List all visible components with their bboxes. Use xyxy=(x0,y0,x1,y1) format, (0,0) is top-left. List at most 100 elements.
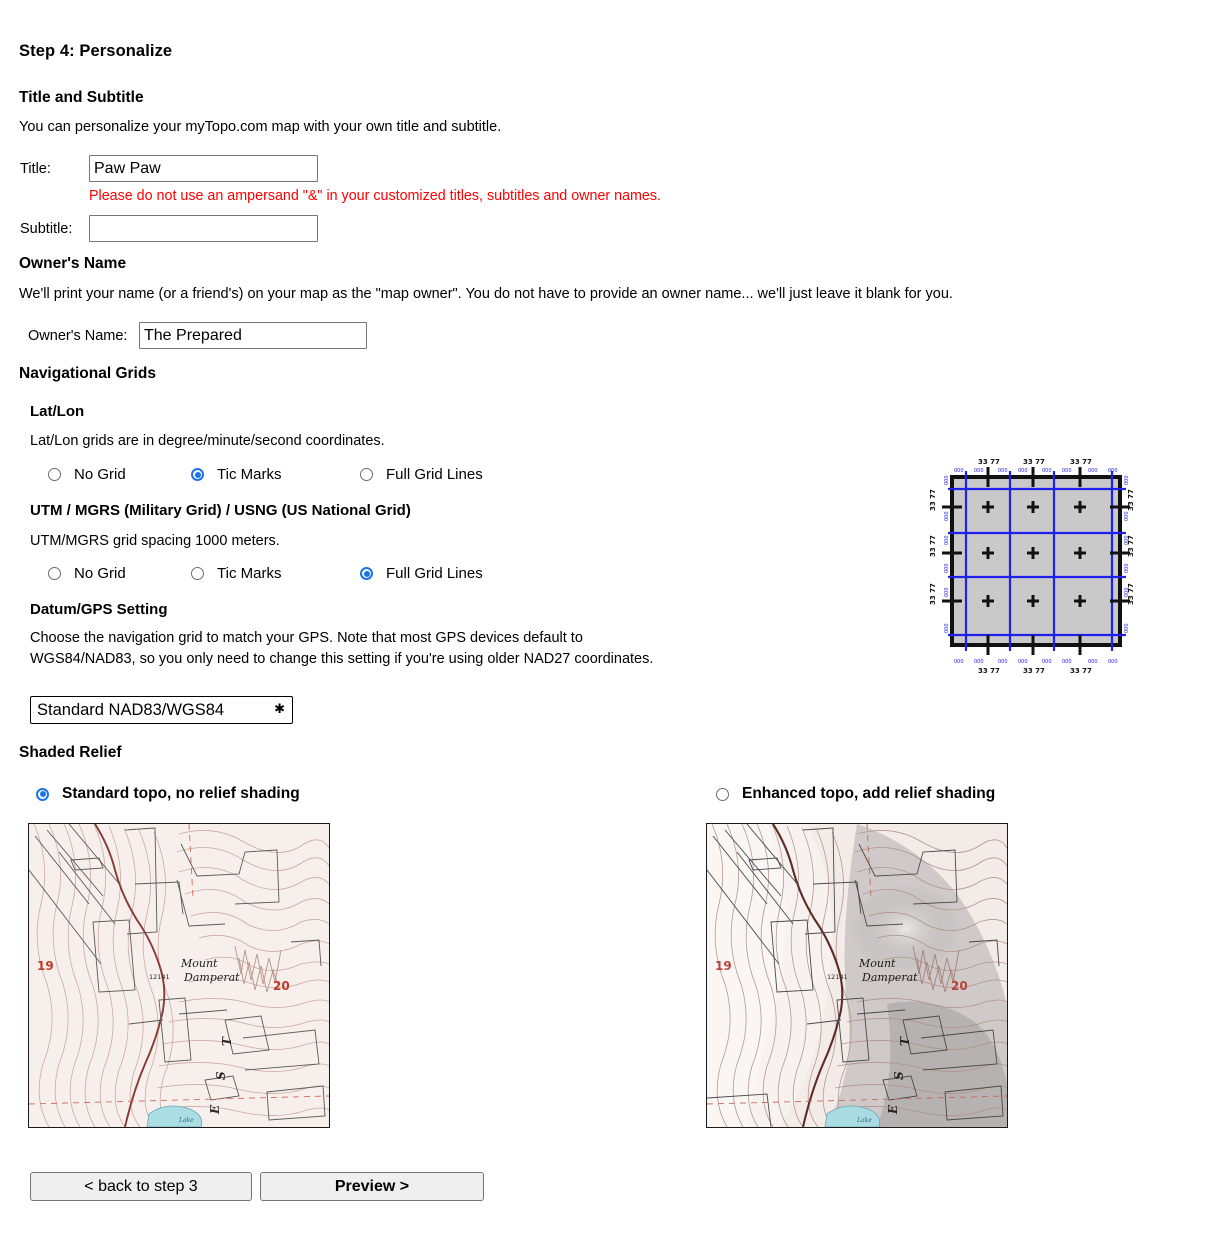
svg-text:000: 000 xyxy=(1042,659,1052,665)
latlon-option-label: Tic Marks xyxy=(217,466,282,483)
utm-option-no-grid[interactable]: No Grid xyxy=(48,565,126,582)
svg-text:000: 000 xyxy=(1088,659,1098,665)
owners-name-description: We'll print your name (or a friend's) on… xyxy=(19,286,953,302)
relief-option-label: Enhanced topo, add relief shading xyxy=(742,785,996,802)
svg-text:T: T xyxy=(898,1036,912,1046)
svg-text:000: 000 xyxy=(998,659,1008,665)
latlon-radio-group: No Grid Tic Marks Full Grid Lines xyxy=(0,466,700,488)
page-title: Step 4: Personalize xyxy=(19,42,173,60)
relief-option-label: Standard topo, no relief shading xyxy=(62,785,300,802)
svg-text:E: E xyxy=(208,1104,222,1115)
latlon-option-full-grid-lines[interactable]: Full Grid Lines xyxy=(360,466,483,483)
latlon-description: Lat/Lon grids are in degree/minute/secon… xyxy=(30,433,385,449)
radio-indicator[interactable] xyxy=(48,468,61,481)
svg-text:Lake: Lake xyxy=(178,1117,194,1124)
owners-name-input[interactable] xyxy=(139,322,367,349)
svg-text:33 77: 33 77 xyxy=(978,458,1000,466)
svg-text:000: 000 xyxy=(998,468,1008,474)
datum-heading: Datum/GPS Setting xyxy=(30,601,168,618)
subtitle-input[interactable] xyxy=(89,215,318,242)
svg-text:33 77: 33 77 xyxy=(1023,458,1045,466)
navigational-grids-heading: Navigational Grids xyxy=(19,365,156,382)
svg-text:Lake: Lake xyxy=(856,1117,872,1124)
svg-text:000: 000 xyxy=(944,511,950,521)
svg-text:000: 000 xyxy=(1062,468,1072,474)
utm-radio-group: No Grid Tic Marks Full Grid Lines xyxy=(0,565,700,587)
owners-name-heading: Owner's Name xyxy=(19,255,127,272)
utm-option-tic-marks[interactable]: Tic Marks xyxy=(191,565,281,582)
relief-option-enhanced[interactable]: Enhanced topo, add relief shading xyxy=(716,785,995,803)
datum-select-wrap: Standard NAD83/WGS84 ✱ xyxy=(30,696,293,724)
svg-text:000: 000 xyxy=(1042,468,1052,474)
svg-text:19: 19 xyxy=(37,959,54,973)
title-subtitle-description: You can personalize your myTopo.com map … xyxy=(19,119,502,135)
svg-text:000: 000 xyxy=(944,623,950,633)
title-input[interactable] xyxy=(89,155,318,182)
svg-text:000: 000 xyxy=(1124,511,1130,521)
svg-text:12141: 12141 xyxy=(149,973,170,981)
latlon-heading: Lat/Lon xyxy=(30,403,85,420)
utm-option-label: No Grid xyxy=(74,565,126,582)
svg-text:000: 000 xyxy=(944,587,950,597)
svg-text:33 77: 33 77 xyxy=(930,583,937,605)
utm-description: UTM/MGRS grid spacing 1000 meters. xyxy=(30,533,280,549)
radio-indicator[interactable] xyxy=(191,567,204,580)
svg-text:000: 000 xyxy=(1108,468,1118,474)
radio-indicator[interactable] xyxy=(48,567,61,580)
svg-text:T: T xyxy=(220,1036,234,1046)
svg-text:000: 000 xyxy=(1124,587,1130,597)
svg-text:S: S xyxy=(214,1071,228,1080)
latlon-option-no-grid[interactable]: No Grid xyxy=(48,466,126,483)
svg-text:000: 000 xyxy=(1124,563,1130,573)
svg-text:000: 000 xyxy=(944,475,950,485)
svg-text:33 77: 33 77 xyxy=(1070,458,1092,466)
svg-text:000: 000 xyxy=(1124,535,1130,545)
datum-select[interactable]: Standard NAD83/WGS84 xyxy=(30,696,293,724)
svg-text:33 77: 33 77 xyxy=(978,667,1000,675)
svg-text:000: 000 xyxy=(944,535,950,545)
standard-topo-thumbnail[interactable]: T S E Mount Damperat 12141 19 20 Lake xyxy=(28,823,330,1128)
personalize-page: Step 4: Personalize Title and Subtitle Y… xyxy=(0,0,1205,1235)
radio-indicator[interactable] xyxy=(360,468,373,481)
svg-text:Damperat: Damperat xyxy=(861,971,918,984)
utm-option-label: Full Grid Lines xyxy=(386,565,483,582)
enhanced-topo-thumbnail[interactable]: T S E Mount Damperat 12141 19 20 Lake xyxy=(706,823,1008,1128)
latlon-option-label: Full Grid Lines xyxy=(386,466,483,483)
svg-text:000: 000 xyxy=(1018,468,1028,474)
back-to-step-3-button[interactable]: < back to step 3 xyxy=(30,1172,252,1201)
shaded-relief-heading: Shaded Relief xyxy=(19,744,122,761)
svg-text:Mount: Mount xyxy=(858,957,896,970)
svg-text:E: E xyxy=(886,1104,900,1115)
svg-text:000: 000 xyxy=(954,659,964,665)
svg-text:33 77: 33 77 xyxy=(930,535,937,557)
svg-text:33 77: 33 77 xyxy=(1070,667,1092,675)
utm-heading: UTM / MGRS (Military Grid) / USNG (US Na… xyxy=(30,502,411,519)
utm-option-full-grid-lines[interactable]: Full Grid Lines xyxy=(360,565,483,582)
svg-text:S: S xyxy=(892,1071,906,1080)
radio-indicator[interactable] xyxy=(36,787,49,801)
owners-name-label: Owner's Name: xyxy=(28,328,128,344)
svg-text:000: 000 xyxy=(974,659,984,665)
title-field-label: Title: xyxy=(20,161,51,177)
svg-text:19: 19 xyxy=(715,959,732,973)
datum-description: Choose the navigation grid to match your… xyxy=(30,630,654,667)
svg-text:000: 000 xyxy=(974,468,984,474)
latlon-option-tic-marks[interactable]: Tic Marks xyxy=(191,466,281,483)
radio-indicator[interactable] xyxy=(191,468,204,481)
svg-text:33 77: 33 77 xyxy=(1023,667,1045,675)
svg-text:000: 000 xyxy=(1018,659,1028,665)
subtitle-field-label: Subtitle: xyxy=(20,221,73,237)
preview-button[interactable]: Preview > xyxy=(260,1172,484,1201)
radio-indicator[interactable] xyxy=(360,567,373,580)
ampersand-warning: Please do not use an ampersand "&" in yo… xyxy=(89,188,662,204)
title-subtitle-heading: Title and Subtitle xyxy=(19,89,144,106)
grid-preview-diagram: 33 77 33 77 33 77 33 77 33 77 33 77 33 7… xyxy=(930,445,1150,680)
svg-text:000: 000 xyxy=(954,468,964,474)
svg-text:000: 000 xyxy=(1062,659,1072,665)
relief-option-standard[interactable]: Standard topo, no relief shading xyxy=(36,785,300,803)
svg-text:20: 20 xyxy=(951,979,968,993)
utm-option-label: Tic Marks xyxy=(217,565,282,582)
svg-text:000: 000 xyxy=(1088,468,1098,474)
svg-text:Mount: Mount xyxy=(180,957,218,970)
radio-indicator[interactable] xyxy=(716,787,729,801)
